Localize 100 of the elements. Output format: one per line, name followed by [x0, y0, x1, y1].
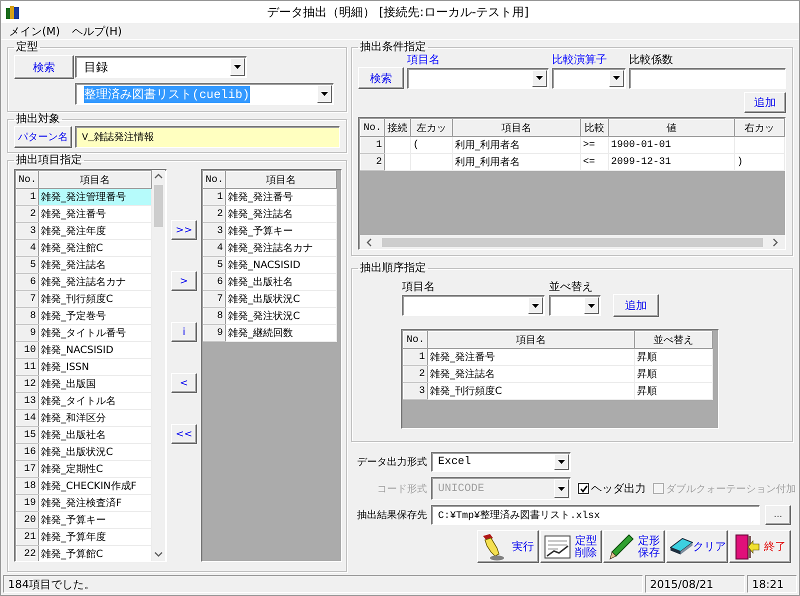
search-button[interactable]: 検索	[14, 55, 74, 79]
row-number: 1	[204, 188, 226, 206]
category-dropdown[interactable]: 目録	[75, 56, 247, 78]
field-label: コード形式	[376, 482, 427, 496]
action-button[interactable]: クリア	[666, 530, 728, 563]
menu-item[interactable]: メイン(M)	[9, 24, 60, 38]
list-item[interactable]: 雑発_出版社名	[38, 426, 152, 444]
move-button[interactable]: >	[171, 271, 197, 291]
table-cell: )	[734, 154, 784, 170]
list-item[interactable]: 雑発_出版状況C	[38, 444, 152, 460]
list-item[interactable]: 雑発_発注状況C	[226, 308, 336, 324]
list-item[interactable]: 雑発_刊行頻度C	[38, 290, 152, 308]
move-button[interactable]: >>	[171, 220, 197, 240]
row-number: 2	[204, 206, 226, 222]
row-number: 9	[16, 324, 38, 342]
row-number: 1	[16, 188, 38, 206]
row-number: 6	[16, 274, 38, 290]
list-item[interactable]: 雑発_発注誌名	[38, 256, 152, 274]
list-item[interactable]: 雑発_出版状況C	[226, 290, 336, 308]
table-cell: 利用_利用者名	[452, 136, 580, 154]
add-button[interactable]: 追加	[613, 294, 659, 317]
list-item[interactable]: 雑発_定期性C	[38, 460, 152, 478]
row-number: 7	[204, 290, 226, 308]
row-number: 14	[16, 410, 38, 426]
column-header[interactable]: 接続	[384, 120, 410, 136]
checkbox-label: ダブルクォーテーション付加	[666, 482, 796, 496]
column-header[interactable]: 左カッ	[410, 120, 452, 136]
list-item[interactable]: 雑発_発注番号	[226, 188, 336, 206]
pattern-name-button[interactable]: パターン名	[14, 126, 72, 148]
list-item[interactable]: 雑発_予算館C	[38, 546, 152, 561]
group-title: 抽出条件指定	[359, 41, 427, 53]
row-number: 2	[360, 154, 384, 170]
list-item[interactable]: 雑発_タイトル番号	[38, 324, 152, 342]
list-item[interactable]: 雑発_和洋区分	[38, 410, 152, 426]
column-header[interactable]: No.	[204, 172, 226, 188]
column-header[interactable]: 項目名	[38, 172, 152, 188]
status-message: 184項目でした。	[3, 575, 643, 593]
column-header[interactable]: No.	[16, 172, 38, 188]
list-item[interactable]: 雑発_発注管理番号	[38, 188, 152, 206]
search-button[interactable]: 検索	[358, 67, 404, 89]
action-button[interactable]: 終了	[729, 530, 791, 563]
list-item[interactable]: 雑発_発注番号	[38, 206, 152, 222]
column-header[interactable]: 項目名	[428, 332, 634, 348]
column-header[interactable]: 並べ替え	[634, 332, 712, 348]
list-item[interactable]: 雑発_予算キー	[226, 222, 336, 240]
list-item[interactable]: 雑発_NACSISID	[226, 256, 336, 274]
column-header[interactable]: 項目名	[452, 120, 580, 136]
list-item[interactable]: 雑発_発注検査済F	[38, 494, 152, 512]
list-item[interactable]: 雑発_予算キー	[38, 512, 152, 528]
column-header[interactable]: 右カッ	[734, 120, 784, 136]
list-item[interactable]: 雑発_出版社名	[226, 274, 336, 290]
move-button[interactable]: <	[171, 373, 197, 393]
row-number: 22	[16, 546, 38, 561]
list-item[interactable]: 雑発_CHECKIN作成F	[38, 478, 152, 494]
menu-item[interactable]: ヘルプ(H)	[72, 24, 122, 38]
row-number: 2	[16, 206, 38, 222]
browse-button[interactable]: ...	[765, 505, 791, 525]
action-button[interactable]: 実行	[477, 530, 539, 563]
list-item[interactable]: 雑発_ISSN	[38, 358, 152, 376]
list-item[interactable]: 雑発_発注誌名	[226, 206, 336, 222]
table-cell: 雑発_発注番号	[428, 348, 634, 366]
column-header[interactable]: No.	[360, 120, 384, 136]
save-path-field[interactable]: C:¥Tmp¥整理済み図書リスト.xlsx	[431, 505, 760, 525]
row-number: 17	[16, 460, 38, 478]
column-header[interactable]: 値	[608, 120, 734, 136]
row-number: 3	[16, 222, 38, 240]
move-button[interactable]: <<	[171, 424, 197, 444]
column-header[interactable]: 比較	[580, 120, 608, 136]
field-label: 項目名	[402, 280, 436, 293]
list-item[interactable]: 雑発_継続回数	[226, 324, 336, 342]
row-number: 2	[404, 366, 428, 382]
table-cell: 雑発_発注誌名	[428, 366, 634, 382]
field-label: 抽出結果保存先	[356, 508, 427, 522]
field-label: 比較係数	[629, 53, 674, 66]
list-item[interactable]: 雑発_タイトル名	[38, 392, 152, 410]
list-item[interactable]: 雑発_発注年度	[38, 222, 152, 240]
row-number: 3	[404, 382, 428, 400]
list-item[interactable]: 雑発_NACSISID	[38, 342, 152, 358]
list-item[interactable]: 雑発_発注館C	[38, 240, 152, 256]
row-number: 15	[16, 426, 38, 444]
list-item[interactable]: 雑発_出版国	[38, 376, 152, 392]
table-cell: 昇順	[634, 382, 712, 400]
row-number: 8	[204, 308, 226, 324]
pattern-field[interactable]: V_雑誌発注情報	[75, 126, 340, 148]
group-title: 抽出項目指定	[15, 154, 83, 166]
column-header[interactable]: No.	[404, 332, 428, 348]
list-item[interactable]: 雑発_発注誌名カナ	[38, 274, 152, 290]
row-number: 13	[16, 392, 38, 410]
list-item[interactable]: 雑発_予定巻号	[38, 308, 152, 324]
table-cell: >=	[580, 136, 608, 154]
list-item[interactable]: 雑発_発注誌名カナ	[226, 240, 336, 256]
action-button[interactable]: 定型 削除	[540, 530, 602, 563]
action-button[interactable]: 定形 保存	[603, 530, 665, 563]
row-number: 6	[204, 274, 226, 290]
row-number: 16	[16, 444, 38, 460]
move-button[interactable]: i	[171, 322, 197, 342]
column-header[interactable]: 項目名	[226, 172, 336, 188]
output-format-dropdown[interactable]: Excel	[431, 452, 571, 472]
add-button[interactable]: 追加	[744, 92, 786, 113]
list-item[interactable]: 雑発_予算年度	[38, 528, 152, 546]
